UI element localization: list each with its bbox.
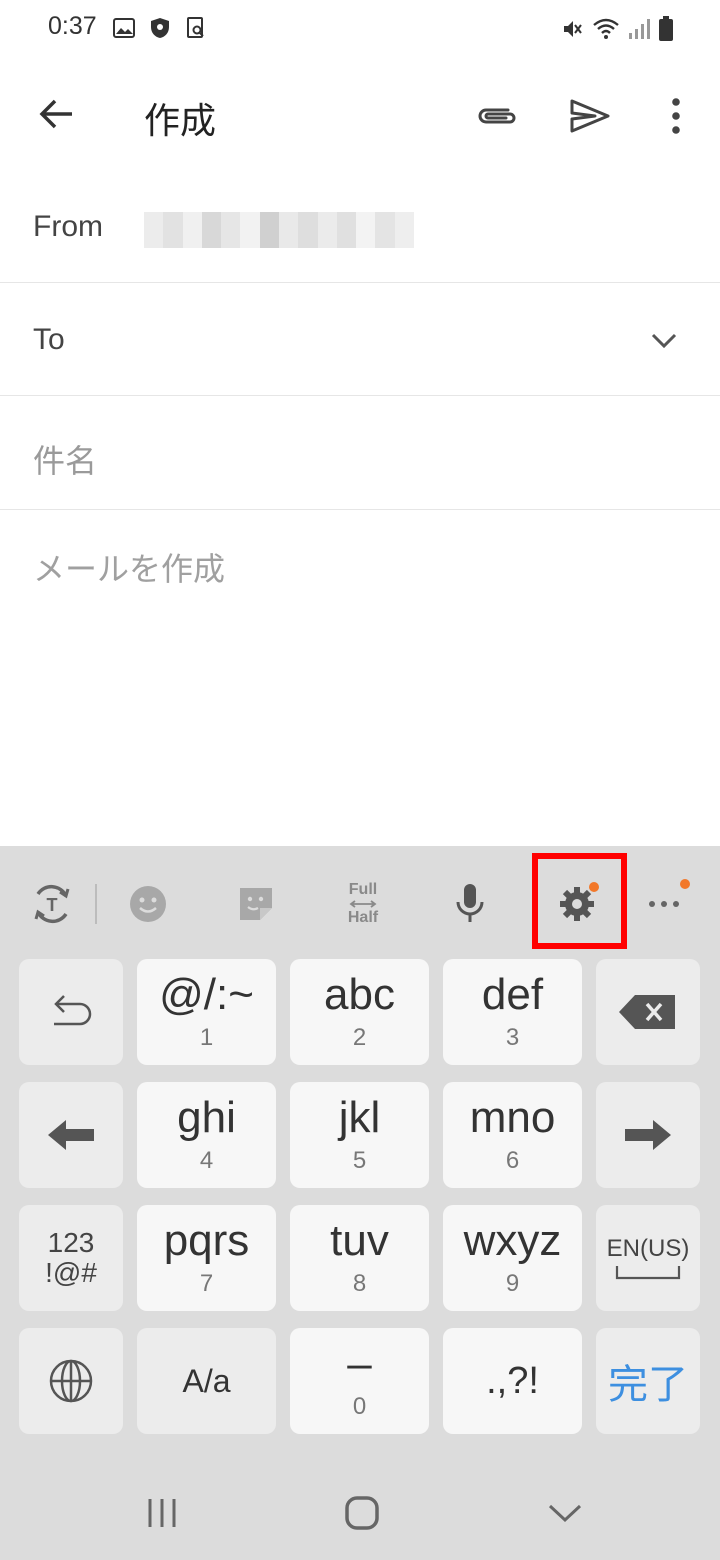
- mute-icon: [560, 17, 584, 41]
- battery-icon: [658, 16, 674, 42]
- top-app-bar: 作成: [0, 60, 720, 172]
- symbols-key[interactable]: 123 !@#: [19, 1205, 123, 1311]
- key-9[interactable]: wxyz 9: [443, 1205, 582, 1311]
- key-9-sub: 9: [505, 1270, 520, 1297]
- key-2[interactable]: abc 2: [290, 959, 429, 1065]
- signal-icon: [628, 17, 650, 41]
- sticker-icon[interactable]: [226, 874, 286, 934]
- key-5[interactable]: jkl 5: [290, 1082, 429, 1188]
- key-6[interactable]: mno 6: [443, 1082, 582, 1188]
- key-3-sub: 3: [505, 1024, 520, 1051]
- status-time: 0:37: [48, 12, 97, 40]
- punctuation-key[interactable]: .,?!: [443, 1328, 582, 1434]
- key-3-label: def: [481, 970, 544, 1019]
- page-title: 作成: [144, 101, 217, 142]
- from-row: From: [0, 172, 720, 283]
- key-1-label: @/:~: [159, 970, 254, 1019]
- chevron-down-icon[interactable]: [644, 321, 684, 361]
- case-key-label: A/a: [182, 1363, 231, 1399]
- cursor-left-key[interactable]: [19, 1082, 123, 1188]
- key-0-label: –: [347, 1339, 372, 1388]
- wifi-icon: [592, 17, 620, 41]
- punctuation-label: .,?!: [486, 1360, 539, 1402]
- key-4[interactable]: ghi 4: [137, 1082, 276, 1188]
- shield-icon: [148, 16, 172, 40]
- recents-icon[interactable]: [132, 1488, 192, 1538]
- status-bar: 0:37: [0, 0, 720, 60]
- space-key[interactable]: EN(US): [596, 1205, 700, 1311]
- attach-icon[interactable]: [466, 86, 526, 146]
- full-label: Full: [348, 881, 378, 898]
- key-7-sub: 7: [199, 1270, 214, 1297]
- key-1-sub: 1: [199, 1024, 214, 1051]
- emoji-icon[interactable]: [118, 874, 178, 934]
- search-doc-icon: [184, 16, 208, 40]
- back-arrow-icon[interactable]: [26, 84, 86, 144]
- space-icon: [615, 1266, 681, 1280]
- backspace-key[interactable]: [596, 959, 700, 1065]
- cursor-right-key[interactable]: [596, 1082, 700, 1188]
- settings-highlight-box: [532, 853, 627, 949]
- backspace-icon: [619, 995, 675, 1029]
- key-0-sub: 0: [352, 1393, 367, 1420]
- back-chevron-icon[interactable]: [535, 1488, 595, 1538]
- key-8-sub: 8: [352, 1270, 367, 1297]
- key-5-label: jkl: [338, 1093, 381, 1142]
- symbols-key-bottom: !@#: [45, 1257, 97, 1288]
- send-icon[interactable]: [560, 86, 620, 146]
- keyboard: T Full Half @/:~ 1 abc 2 def 3 ghi 4 jkl…: [0, 846, 720, 1560]
- key-4-label: ghi: [177, 1093, 236, 1142]
- svg-text:T: T: [47, 895, 58, 915]
- subject-input[interactable]: 件名: [33, 436, 97, 482]
- arrow-left-icon: [48, 1120, 94, 1150]
- key-0[interactable]: – 0: [290, 1328, 429, 1434]
- from-value-redacted[interactable]: [144, 212, 414, 248]
- done-key[interactable]: 完了: [596, 1328, 700, 1434]
- home-icon[interactable]: [332, 1488, 392, 1538]
- body-input[interactable]: メールを作成: [33, 544, 225, 590]
- text-convert-icon[interactable]: T: [22, 874, 82, 934]
- done-label: 完了: [608, 1362, 688, 1408]
- arrow-right-icon: [625, 1120, 671, 1150]
- case-key[interactable]: A/a: [137, 1328, 276, 1434]
- microphone-icon[interactable]: [440, 874, 500, 934]
- to-label: To: [33, 323, 65, 356]
- key-7-label: pqrs: [163, 1216, 250, 1265]
- key-7[interactable]: pqrs 7: [137, 1205, 276, 1311]
- from-label: From: [33, 210, 103, 243]
- key-5-sub: 5: [352, 1147, 367, 1174]
- toolbar-divider: [95, 884, 97, 924]
- symbols-key-top: 123: [47, 1227, 95, 1258]
- undo-key[interactable]: [19, 959, 123, 1065]
- to-row[interactable]: To: [0, 283, 720, 396]
- language-label: EN(US): [606, 1235, 690, 1262]
- half-label: Half: [347, 909, 379, 926]
- key-2-sub: 2: [352, 1024, 367, 1051]
- key-1[interactable]: @/:~ 1: [137, 959, 276, 1065]
- key-9-label: wxyz: [463, 1216, 562, 1265]
- gallery-icon: [112, 16, 136, 40]
- key-8[interactable]: tuv 8: [290, 1205, 429, 1311]
- key-6-label: mno: [469, 1093, 556, 1142]
- undo-icon: [54, 995, 92, 1026]
- language-key[interactable]: [19, 1328, 123, 1434]
- globe-icon: [49, 1359, 93, 1403]
- navigation-bar: [0, 1460, 720, 1560]
- key-8-label: tuv: [330, 1216, 389, 1265]
- full-half-toggle[interactable]: Full Half: [333, 874, 393, 934]
- swap-arrows-icon: [349, 900, 377, 908]
- more-notification-dot: [680, 879, 690, 889]
- subject-row[interactable]: 件名: [0, 396, 720, 510]
- key-6-sub: 6: [505, 1147, 520, 1174]
- more-vert-icon[interactable]: [654, 86, 698, 146]
- key-3[interactable]: def 3: [443, 959, 582, 1065]
- key-2-label: abc: [324, 970, 395, 1019]
- key-4-sub: 4: [199, 1147, 214, 1174]
